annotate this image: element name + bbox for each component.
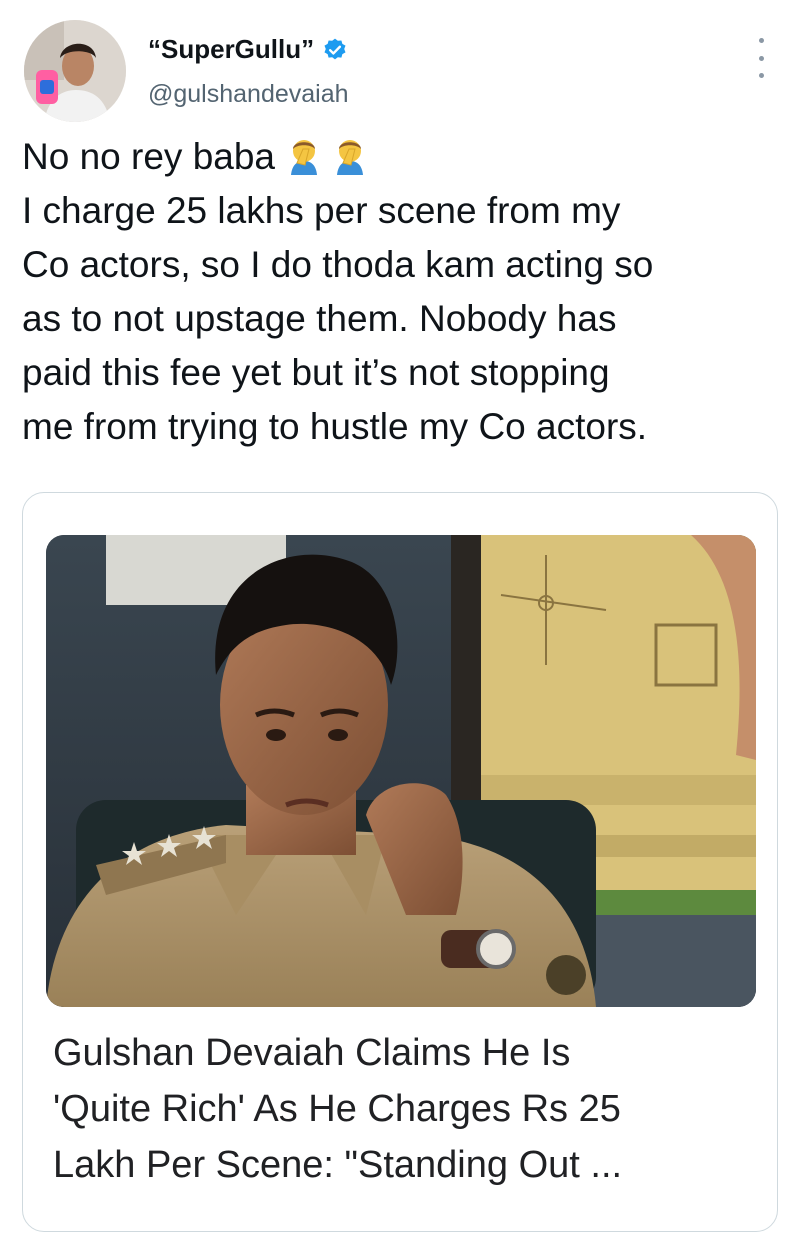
tweet-line-3: Co actors, so I do thoda kam acting so bbox=[22, 244, 654, 285]
user-handle[interactable]: @gulshandevaiah bbox=[148, 80, 349, 109]
link-preview-card[interactable]: Gulshan Devaiah Claims He Is 'Quite Rich… bbox=[22, 492, 778, 1232]
person-facepalming-emoji bbox=[287, 135, 321, 175]
tweet-line-4: as to not upstage them. Nobody has bbox=[22, 298, 617, 339]
tweet-line-1: No no rey baba bbox=[22, 130, 792, 184]
tweet-line-6: me from trying to hustle my Co actors. bbox=[22, 406, 648, 447]
display-name[interactable]: “SuperGullu” bbox=[148, 34, 348, 65]
more-options-icon[interactable] bbox=[756, 38, 766, 78]
tweet-line-5: paid this fee yet but it’s not stopping bbox=[22, 352, 610, 393]
tweet-header: “SuperGullu” @gulshandevaiah bbox=[22, 20, 780, 130]
tweet-text: No no rey baba I charge 25 lakhs per sce… bbox=[22, 130, 792, 454]
verified-badge-icon bbox=[322, 37, 348, 63]
article-title-line-3: Lakh Per Scene: "Standing Out ... bbox=[53, 1144, 623, 1186]
article-thumbnail[interactable] bbox=[46, 535, 756, 1007]
article-title-line-2: 'Quite Rich' As He Charges Rs 25 bbox=[53, 1088, 621, 1130]
avatar[interactable] bbox=[24, 20, 126, 122]
person-facepalming-emoji bbox=[333, 135, 367, 175]
tweet-line-1-text: No no rey baba bbox=[22, 136, 276, 177]
article-title-line-1: Gulshan Devaiah Claims He Is bbox=[53, 1032, 571, 1074]
tweet-line-2: I charge 25 lakhs per scene from my bbox=[22, 190, 621, 231]
display-name-text[interactable]: “SuperGullu” bbox=[148, 34, 314, 65]
article-title[interactable]: Gulshan Devaiah Claims He Is 'Quite Rich… bbox=[53, 1025, 753, 1193]
